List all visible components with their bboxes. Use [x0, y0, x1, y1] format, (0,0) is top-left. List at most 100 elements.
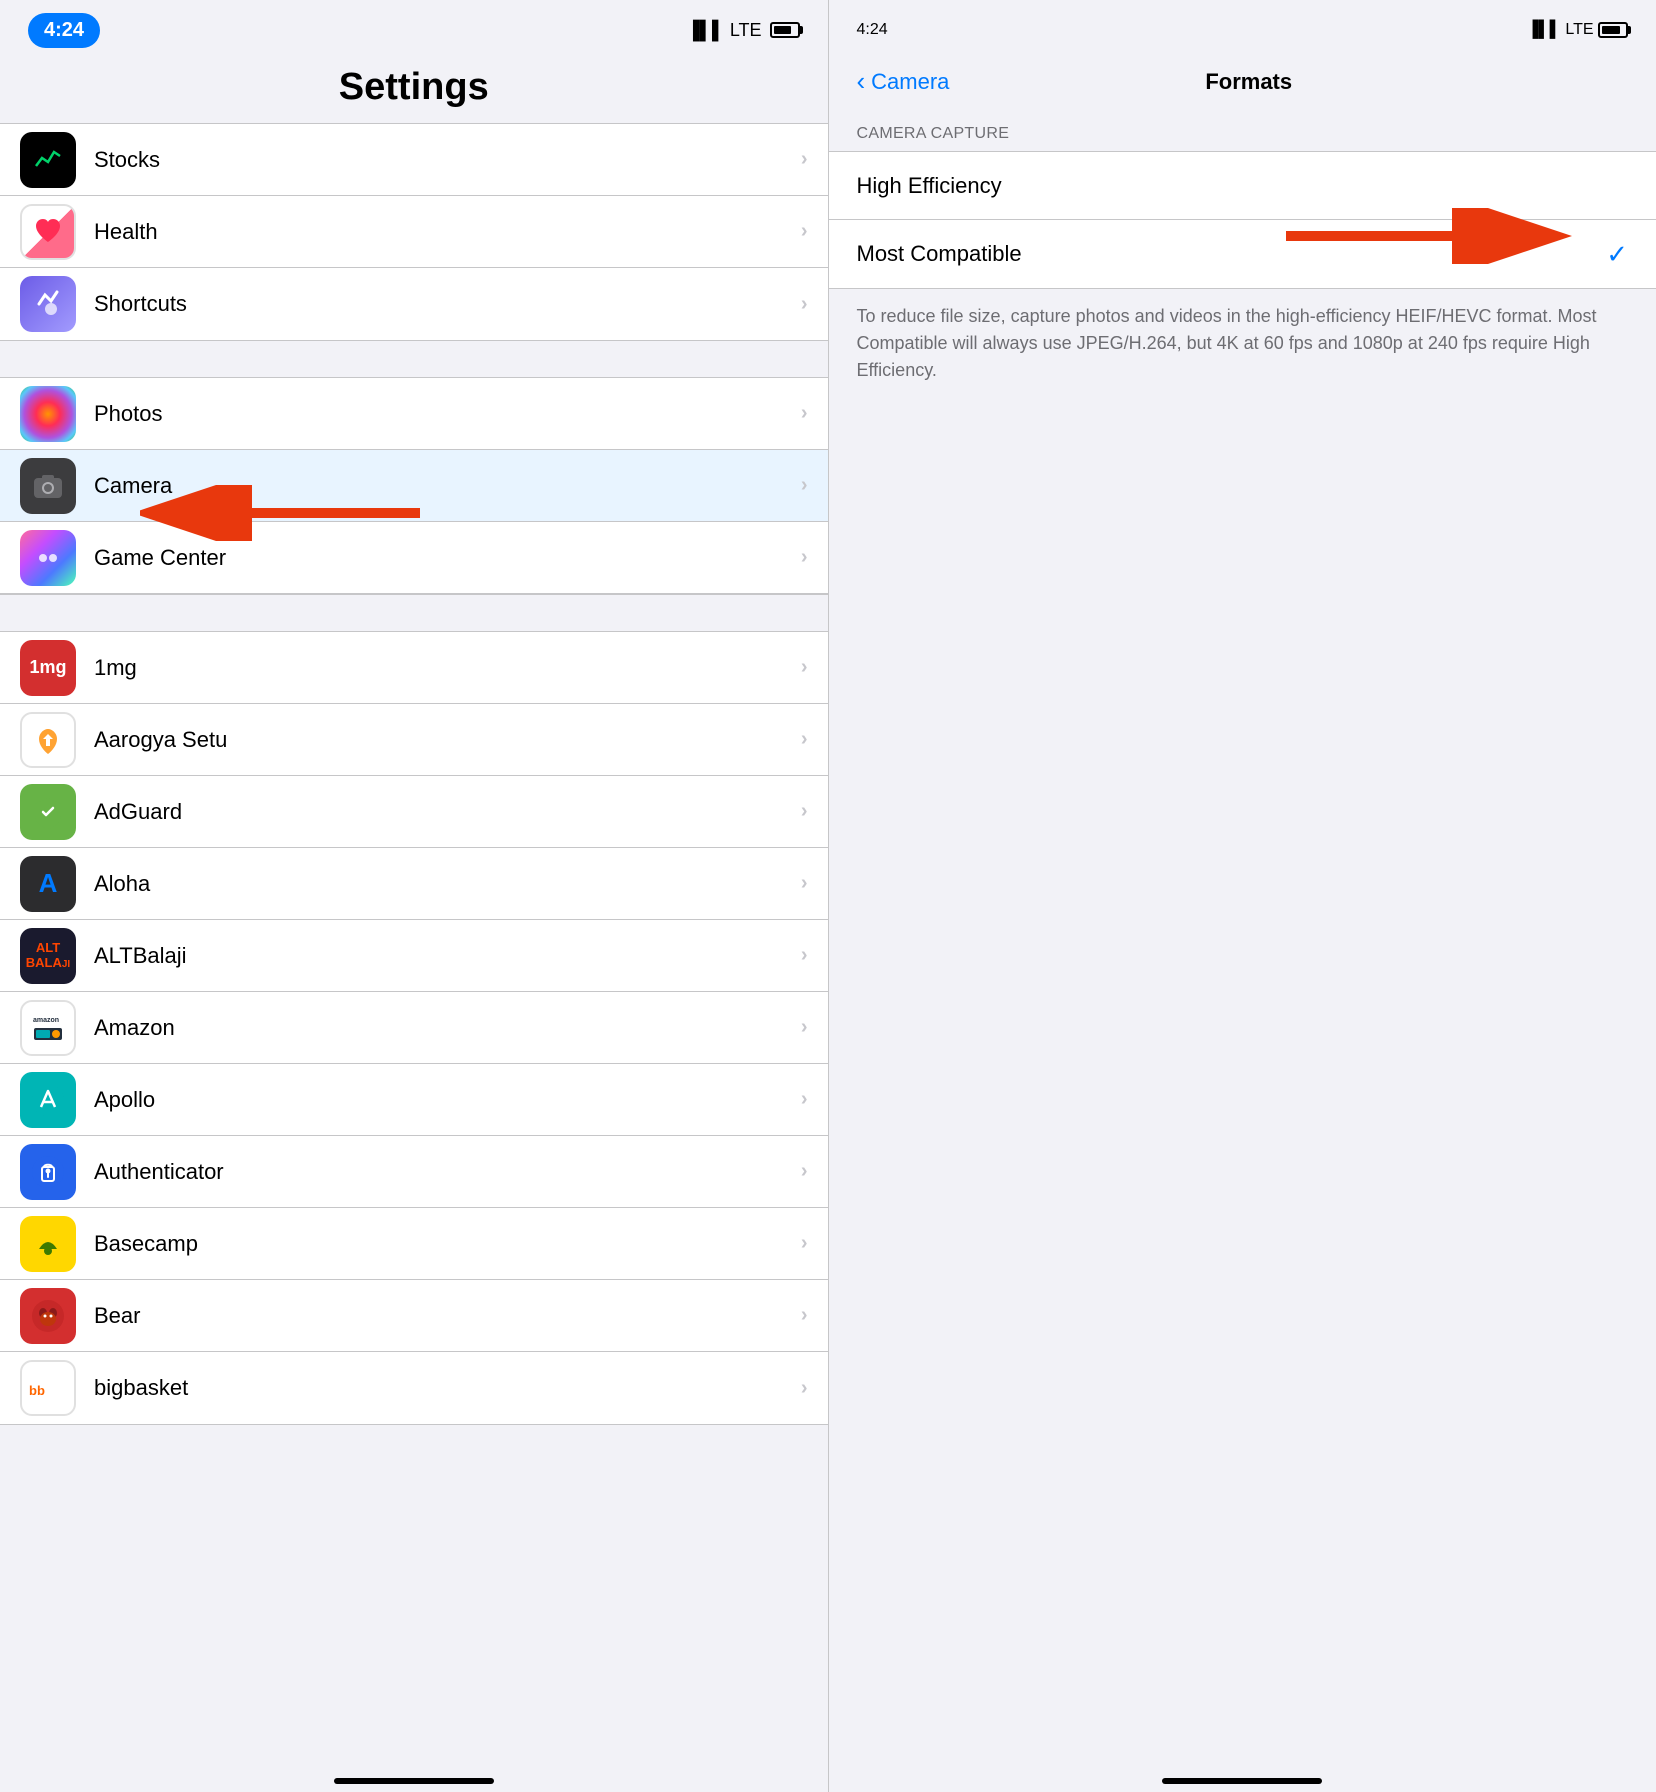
group-spacer-1	[0, 341, 828, 377]
camera-capture-section-header: CAMERA CAPTURE	[829, 111, 1656, 151]
sidebar-item-altbalaji[interactable]: ALTBALAJI ALTBalaji ›	[0, 920, 828, 992]
apollo-chevron: ›	[801, 1088, 808, 1111]
health-label: Health	[94, 219, 801, 245]
format-options-group: High Efficiency Most Compatible ✓	[829, 151, 1656, 289]
stocks-label: Stocks	[94, 147, 801, 173]
left-scroll-area[interactable]: Stocks › Health ›	[0, 123, 828, 1752]
authenticator-app-icon	[20, 1144, 76, 1200]
left-status-icons: ▐▌▌ LTE	[687, 20, 800, 41]
sidebar-item-basecamp[interactable]: Basecamp ›	[0, 1208, 828, 1280]
bear-label: Bear	[94, 1303, 801, 1329]
svg-text:bb: bb	[29, 1383, 45, 1398]
health-app-icon	[20, 204, 76, 260]
right-signal-icon: ▐▌▌ LTE	[1527, 21, 1594, 38]
gamecenter-chevron: ›	[801, 546, 808, 569]
bigbasket-chevron: ›	[801, 1377, 808, 1400]
left-time: 4:24	[28, 13, 100, 48]
sidebar-item-gamecenter[interactable]: Game Center ›	[0, 522, 828, 594]
camera-label: Camera	[94, 473, 801, 499]
sidebar-item-apollo[interactable]: Apollo ›	[0, 1064, 828, 1136]
apollo-label: Apollo	[94, 1087, 801, 1113]
most-compatible-label: Most Compatible	[857, 241, 1022, 267]
aloha-label: Aloha	[94, 871, 801, 897]
high-efficiency-label: High Efficiency	[857, 173, 1002, 199]
settings-group-1: Stocks › Health ›	[0, 123, 828, 341]
shortcuts-app-icon	[20, 276, 76, 332]
onemg-chevron: ›	[801, 656, 808, 679]
most-compatible-checkmark: ✓	[1606, 239, 1628, 270]
camera-chevron: ›	[801, 474, 808, 497]
camera-app-icon	[20, 458, 76, 514]
settings-group-2: Photos › Camera ›	[0, 377, 828, 595]
sidebar-item-aarogya[interactable]: Aarogya Setu ›	[0, 704, 828, 776]
shortcuts-label: Shortcuts	[94, 291, 801, 317]
battery-icon	[770, 22, 800, 38]
basecamp-label: Basecamp	[94, 1231, 801, 1257]
altbalaji-label: ALTBalaji	[94, 943, 801, 969]
adguard-chevron: ›	[801, 800, 808, 823]
photos-chevron: ›	[801, 402, 808, 425]
sidebar-item-bigbasket[interactable]: bb bigbasket ›	[0, 1352, 828, 1424]
stocks-chevron: ›	[801, 148, 808, 171]
aarogya-label: Aarogya Setu	[94, 727, 801, 753]
back-button[interactable]: ‹ Camera	[857, 66, 950, 97]
aarogya-app-icon	[20, 712, 76, 768]
authenticator-label: Authenticator	[94, 1159, 801, 1185]
settings-title: Settings	[28, 66, 800, 109]
back-chevron-icon: ‹	[857, 66, 866, 97]
bear-app-icon	[20, 1288, 76, 1344]
svg-text:amazon: amazon	[33, 1017, 59, 1024]
sidebar-item-adguard[interactable]: AdGuard ›	[0, 776, 828, 848]
adguard-app-icon	[20, 784, 76, 840]
sidebar-item-amazon[interactable]: amazon Amazon ›	[0, 992, 828, 1064]
left-home-indicator	[0, 1752, 828, 1792]
sidebar-item-1mg[interactable]: 1mg 1mg ›	[0, 632, 828, 704]
signal-icon: ▐▌▌ LTE	[687, 20, 762, 41]
left-home-bar	[334, 1778, 494, 1784]
aloha-chevron: ›	[801, 872, 808, 895]
sidebar-item-stocks[interactable]: Stocks ›	[0, 124, 828, 196]
format-description: To reduce file size, capture photos and …	[829, 289, 1656, 398]
right-status-icons: ▐▌▌ LTE	[1527, 21, 1628, 39]
left-status-bar: 4:24 ▐▌▌ LTE	[0, 0, 828, 56]
sidebar-item-shortcuts[interactable]: Shortcuts ›	[0, 268, 828, 340]
gamecenter-label: Game Center	[94, 545, 801, 571]
sidebar-item-aloha[interactable]: A Aloha ›	[0, 848, 828, 920]
altbalaji-app-icon: ALTBALAJI	[20, 928, 76, 984]
right-nav-bar: ‹ Camera Formats	[829, 56, 1656, 111]
left-panel: 4:24 ▐▌▌ LTE Settings	[0, 0, 828, 1792]
stocks-app-icon	[20, 132, 76, 188]
settings-group-3: 1mg 1mg › Aarogya Setu ›	[0, 631, 828, 1425]
bigbasket-label: bigbasket	[94, 1375, 801, 1401]
high-efficiency-option[interactable]: High Efficiency	[829, 152, 1656, 220]
right-panel: 4:24 ▐▌▌ LTE ‹ Camera Formats CAMERA CAP…	[829, 0, 1656, 1792]
bigbasket-app-icon: bb	[20, 1360, 76, 1416]
authenticator-chevron: ›	[801, 1160, 808, 1183]
most-compatible-option[interactable]: Most Compatible ✓	[829, 220, 1656, 288]
right-home-bar	[1162, 1778, 1322, 1784]
right-content-spacer	[829, 398, 1656, 1752]
altbalaji-chevron: ›	[801, 944, 808, 967]
aarogya-chevron: ›	[801, 728, 808, 751]
sidebar-item-camera[interactable]: Camera ›	[0, 450, 828, 522]
basecamp-app-icon	[20, 1216, 76, 1272]
formats-title: Formats	[949, 69, 1548, 95]
apollo-app-icon	[20, 1072, 76, 1128]
gamecenter-app-icon	[20, 530, 76, 586]
right-time: 4:24	[857, 21, 888, 39]
amazon-app-icon: amazon	[20, 1000, 76, 1056]
sidebar-item-health[interactable]: Health ›	[0, 196, 828, 268]
adguard-label: AdGuard	[94, 799, 801, 825]
aloha-app-icon: A	[20, 856, 76, 912]
left-page-header: Settings	[0, 56, 828, 123]
group-spacer-2	[0, 595, 828, 631]
sidebar-item-bear[interactable]: Bear ›	[0, 1280, 828, 1352]
photos-label: Photos	[94, 401, 801, 427]
sidebar-item-authenticator[interactable]: Authenticator ›	[0, 1136, 828, 1208]
right-home-indicator	[829, 1752, 1656, 1792]
sidebar-item-photos[interactable]: Photos ›	[0, 378, 828, 450]
photos-app-icon	[20, 386, 76, 442]
right-status-bar: 4:24 ▐▌▌ LTE	[829, 0, 1656, 56]
right-battery-icon	[1598, 22, 1628, 38]
onemg-app-icon: 1mg	[20, 640, 76, 696]
